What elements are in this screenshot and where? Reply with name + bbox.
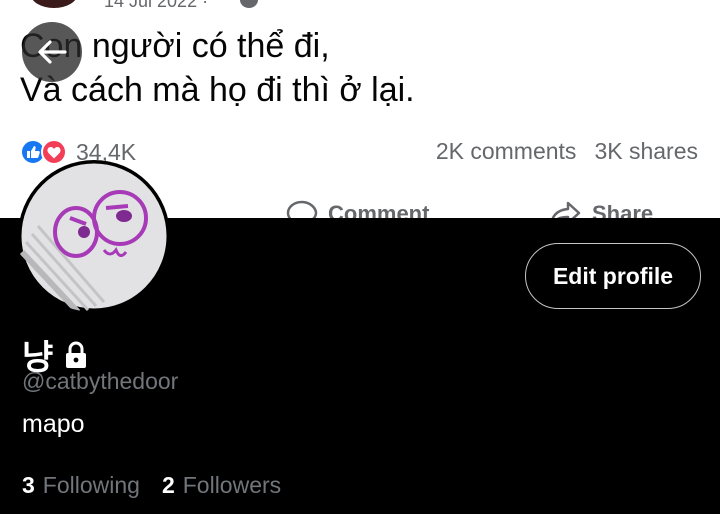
- comment-icon: [286, 200, 318, 218]
- share-action: Share: [548, 200, 653, 218]
- post-date: 14 Jul 2022 ·: [104, 0, 209, 11]
- post-stats: 2K comments 3K shares: [436, 138, 698, 165]
- bio: mapo: [22, 410, 85, 438]
- username-handle: @catbythedoor: [22, 368, 179, 394]
- follow-stats: 3 Following 2 Followers: [22, 472, 281, 499]
- comments-count: 2K comments: [435, 138, 577, 164]
- edit-profile-button[interactable]: Edit profile: [525, 243, 701, 309]
- lock-icon: [66, 341, 87, 368]
- following-count: 3: [22, 472, 35, 498]
- following-label: Following: [42, 472, 140, 498]
- globe-icon: [240, 0, 258, 8]
- following-link[interactable]: 3 Following: [22, 472, 140, 499]
- back-button[interactable]: [22, 22, 82, 82]
- followers-count: 2: [161, 472, 175, 498]
- back-arrow-icon: [38, 40, 67, 64]
- followers-link[interactable]: 2 Followers: [162, 472, 281, 499]
- avatar[interactable]: [18, 160, 170, 312]
- followers-label: Followers: [182, 472, 282, 498]
- share-icon: [551, 201, 581, 218]
- post-author-avatar: [30, 0, 78, 8]
- comment-label: Comment: [328, 201, 430, 218]
- love-icon: [41, 139, 67, 165]
- post-text-line-2: Và cách mà họ đi thì ở lại.: [20, 71, 415, 109]
- shares-count: 3K shares: [594, 138, 698, 164]
- post-text: Con người có thể đi, Và cách mà họ đi th…: [20, 24, 415, 112]
- comment-action: Comment: [286, 200, 429, 218]
- share-label: Share: [592, 201, 654, 218]
